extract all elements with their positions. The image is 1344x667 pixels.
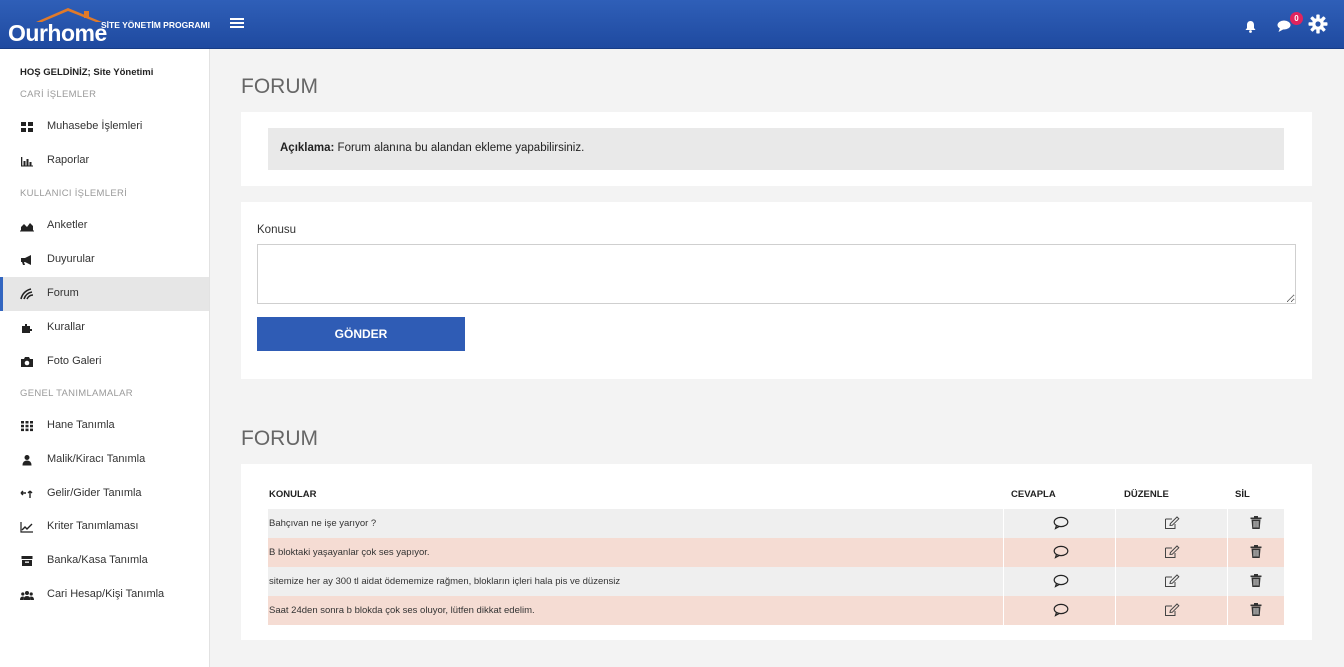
submit-button[interactable]: GÖNDER <box>257 317 465 351</box>
column-header-edit: DÜZENLE <box>1124 489 1169 500</box>
info-label: Açıklama: <box>280 142 335 154</box>
sidebar-item-muhasebe[interactable]: Muhasebe İşlemleri <box>0 110 209 144</box>
reply-icon[interactable] <box>1053 574 1069 593</box>
sidebar-item-label: Foto Galeri <box>47 355 102 367</box>
camera-icon <box>21 357 33 367</box>
sidebar-item-hane[interactable]: Hane Tanımla <box>0 409 209 443</box>
bar-chart-icon <box>21 157 33 167</box>
delete-icon[interactable] <box>1250 545 1262 563</box>
sidebar-item-label: Anketler <box>47 219 88 231</box>
sidebar-item-label: Muhasebe İşlemleri <box>47 120 143 132</box>
delete-icon[interactable] <box>1250 516 1262 534</box>
topic-text: Saat 24den sonra b blokda çok ses oluyor… <box>269 605 535 616</box>
user-icon <box>22 455 32 466</box>
sidebar-item-banka-kasa[interactable]: Banka/Kasa Tanımla <box>0 544 209 578</box>
info-box: Açıklama: Forum alanına bu alandan eklem… <box>268 128 1284 170</box>
logo-subtitle: SİTE YÖNETİM PROGRAMI <box>101 20 210 30</box>
sidebar-item-gelir-gider[interactable]: Gelir/Gider Tanımla <box>0 477 209 511</box>
subject-label: Konusu <box>257 224 297 236</box>
menu-toggle-icon[interactable] <box>230 16 244 30</box>
edit-icon[interactable] <box>1164 516 1180 535</box>
app-logo[interactable]: Ourhome SİTE YÖNETİM PROGRAMI <box>8 6 210 46</box>
topic-text: sitemize her ay 300 tl aidat ödememize r… <box>269 576 621 587</box>
topic-text: B bloktaki yaşayanlar çok ses yapıyor. <box>269 547 430 558</box>
line-chart-icon <box>20 522 33 533</box>
delete-icon[interactable] <box>1250 574 1262 592</box>
table-row: sitemize her ay 300 tl aidat ödememize r… <box>268 567 1284 596</box>
sidebar-item-label: Cari Hesap/Kişi Tanımla <box>47 588 165 600</box>
table-row: Saat 24den sonra b blokda çok ses oluyor… <box>268 596 1284 625</box>
exchange-icon <box>20 490 33 498</box>
table-row: B bloktaki yaşayanlar çok ses yapıyor. <box>268 538 1284 567</box>
table-row: Bahçıvan ne işe yarıyor ? <box>268 509 1284 538</box>
bell-icon[interactable] <box>1245 20 1256 33</box>
megaphone-icon <box>21 255 31 265</box>
sidebar-item-label: Hane Tanımla <box>47 419 115 431</box>
welcome-text: HOŞ GELDİNİZ; Site Yönetimi <box>20 67 154 78</box>
sidebar-item-forum[interactable]: Forum <box>0 277 209 311</box>
sidebar-item-anketler[interactable]: Anketler <box>0 209 209 243</box>
sidebar-item-foto-galeri[interactable]: Foto Galeri <box>0 345 209 379</box>
users-icon <box>20 591 34 600</box>
delete-icon[interactable] <box>1250 603 1262 621</box>
sidebar-item-label: Kriter Tanımlaması <box>47 520 139 532</box>
sidebar-item-raporlar[interactable]: Raporlar <box>0 144 209 178</box>
gear-icon[interactable] <box>1308 14 1328 34</box>
reply-icon[interactable] <box>1053 516 1069 535</box>
sidebar-item-label: Forum <box>47 287 79 299</box>
sidebar-item-label: Gelir/Gider Tanımla <box>47 487 142 499</box>
topic-text: Bahçıvan ne işe yarıyor ? <box>269 518 377 529</box>
sidebar-item-duyurular[interactable]: Duyurular <box>0 243 209 277</box>
sidebar-item-label: Malik/Kiracı Tanımla <box>47 453 146 465</box>
sidebar-item-kriter[interactable]: Kriter Tanımlaması <box>0 510 209 544</box>
column-header-topics: KONULAR <box>269 489 317 500</box>
sidebar-item-label: Duyurular <box>47 253 95 265</box>
sidebar-item-label: Kurallar <box>47 321 85 333</box>
messages-badge: 0 <box>1290 12 1303 25</box>
page-title: FORUM <box>241 75 318 98</box>
section-genel: GENEL TANIMLAMALAR <box>20 388 133 399</box>
edit-icon[interactable] <box>1164 545 1180 564</box>
forum-icon <box>20 288 34 300</box>
area-chart-icon <box>20 223 34 232</box>
top-navbar: Ourhome SİTE YÖNETİM PROGRAMI 0 <box>0 0 1344 49</box>
subject-textarea[interactable] <box>257 244 1296 304</box>
reply-icon[interactable] <box>1053 545 1069 564</box>
grid-icon <box>21 421 33 432</box>
sidebar: HOŞ GELDİNİZ; Site Yönetimi CARİ İŞLEMLE… <box>0 49 210 667</box>
archive-icon <box>21 556 33 566</box>
sidebar-item-cari-hesap[interactable]: Cari Hesap/Kişi Tanımla <box>0 578 209 612</box>
sidebar-item-label: Raporlar <box>47 154 90 166</box>
topic-cell <box>268 509 1004 538</box>
puzzle-icon <box>22 324 32 333</box>
reply-icon[interactable] <box>1053 603 1069 622</box>
edit-icon[interactable] <box>1164 603 1180 622</box>
sidebar-item-kurallar[interactable]: Kurallar <box>0 311 209 345</box>
edit-icon[interactable] <box>1164 574 1180 593</box>
section-title: FORUM <box>241 427 318 450</box>
sidebar-item-label: Banka/Kasa Tanımla <box>47 554 148 566</box>
sidebar-item-malik[interactable]: Malik/Kiracı Tanımla <box>0 443 209 477</box>
column-header-delete: SİL <box>1235 489 1250 500</box>
logo-text: Ourhome <box>8 20 107 46</box>
section-kullanici: KULLANICI İŞLEMLERİ <box>20 188 128 199</box>
column-header-reply: CEVAPLA <box>1011 489 1056 500</box>
dashboard-icon <box>21 122 33 132</box>
info-text: Forum alanına bu alandan ekleme yapabili… <box>334 142 585 154</box>
section-cari: CARİ İŞLEMLER <box>20 89 97 100</box>
